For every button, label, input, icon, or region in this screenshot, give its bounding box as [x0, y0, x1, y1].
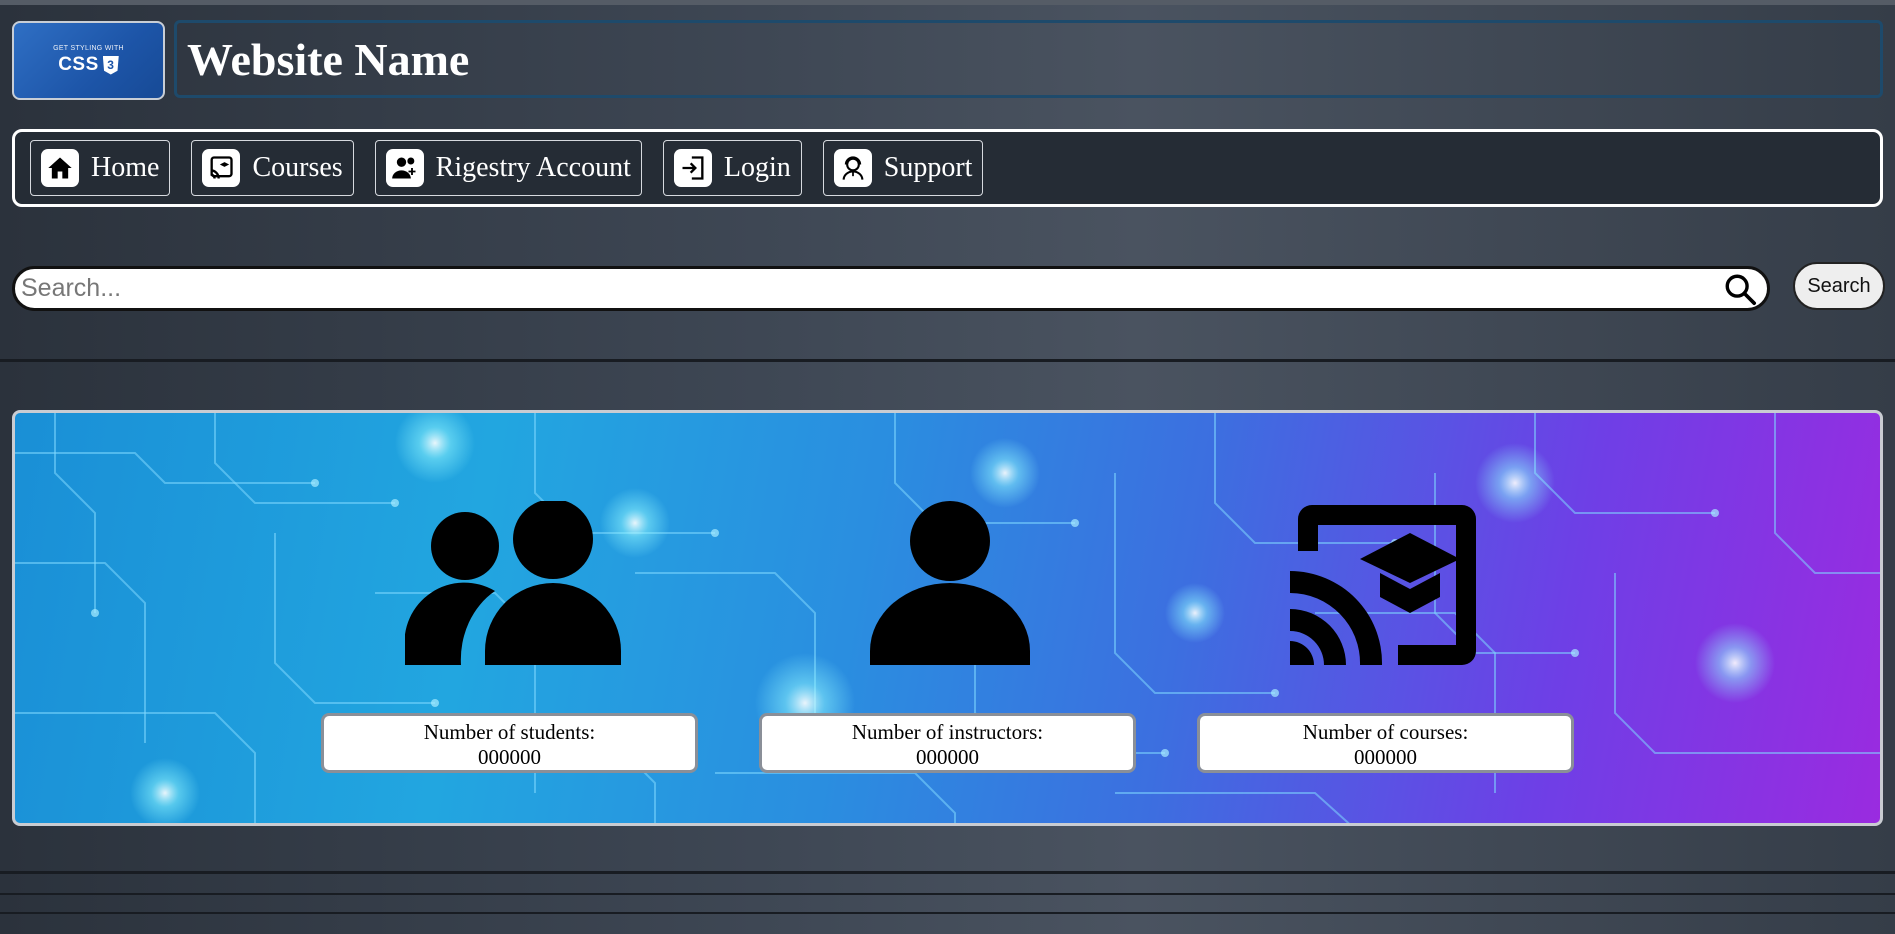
home-icon	[41, 149, 79, 187]
search-bar	[12, 266, 1770, 311]
instructors-stat: Number of instructors: 000000	[759, 713, 1136, 773]
support-agent-icon	[833, 149, 872, 187]
nav-item-login[interactable]: Login	[662, 140, 802, 196]
nav-item-label: Login	[723, 152, 791, 183]
divider	[0, 893, 1895, 895]
students-stat: Number of students: 000000	[321, 713, 698, 773]
logo-tagline: GET STYLING WITH	[53, 45, 124, 52]
nav-item-home[interactable]: Home	[30, 140, 171, 196]
logo-text: CSS	[58, 54, 99, 75]
stat-value: 000000	[1354, 745, 1417, 769]
css3-shield-icon: 3	[102, 55, 119, 75]
nav-item-label: Home	[91, 152, 160, 183]
nav-item-support[interactable]: Support	[822, 140, 984, 196]
stat-value: 000000	[916, 745, 979, 769]
nav-item-courses[interactable]: Courses	[191, 140, 354, 196]
nav-item-label: Support	[883, 152, 973, 183]
group-icon	[405, 501, 621, 665]
stat-label: Number of instructors:	[851, 720, 1044, 744]
stat-value: 000000	[478, 745, 541, 769]
divider	[0, 871, 1895, 874]
courses-cast-icon	[202, 149, 241, 187]
nav-item-registry-account[interactable]: Rigestry Account	[374, 140, 642, 196]
css3-logo: GET STYLING WITH CSS 3	[12, 21, 165, 100]
nav-item-label: Courses	[252, 152, 343, 183]
cast-for-education-icon	[1290, 505, 1476, 665]
site-title-box: Website Name	[174, 20, 1883, 98]
top-border	[0, 0, 1895, 5]
search-button[interactable]: Search	[1793, 262, 1885, 310]
stats-banner: Number of students: 000000 Number of ins…	[12, 410, 1883, 826]
nav-item-label: Rigestry Account	[435, 152, 631, 183]
main-nav: Home Courses Rigestry Account Login Supp…	[12, 129, 1883, 207]
courses-stat: Number of courses: 000000	[1197, 713, 1574, 773]
stat-label: Number of courses:	[1302, 720, 1469, 744]
divider	[0, 359, 1895, 362]
person-icon	[870, 501, 1030, 665]
site-title: Website Name	[187, 33, 470, 85]
divider	[0, 912, 1895, 914]
stat-label: Number of students:	[423, 720, 596, 744]
add-user-icon	[385, 149, 424, 187]
search-input[interactable]	[15, 268, 1723, 309]
search-icon[interactable]	[1723, 272, 1757, 306]
login-icon	[673, 149, 712, 187]
logo-wordmark: CSS 3	[58, 54, 119, 76]
